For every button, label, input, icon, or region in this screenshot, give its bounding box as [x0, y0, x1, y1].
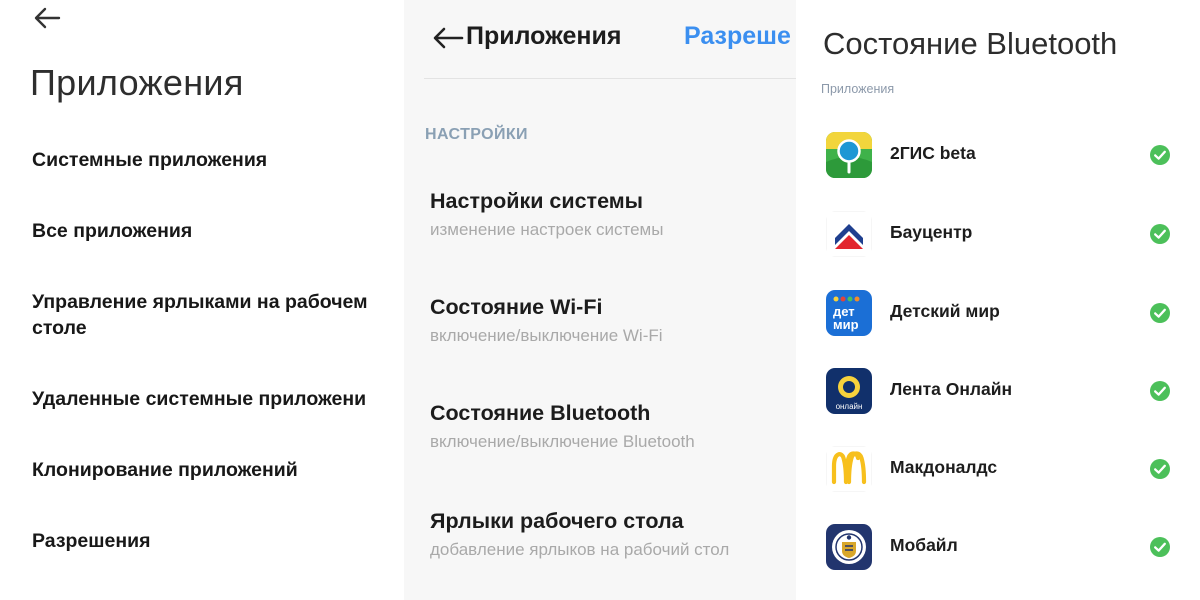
page-title: Приложения: [30, 62, 244, 103]
menu-item-system-apps[interactable]: Системные приложения: [32, 147, 267, 173]
header-divider: [424, 78, 796, 79]
baucenter-icon: [826, 211, 872, 257]
menu-item-permissions[interactable]: Разрешения: [32, 528, 151, 554]
check-icon[interactable]: [1149, 458, 1171, 480]
app-name: Мобайл: [890, 535, 958, 555]
app-row-mcdonalds[interactable]: Макдоналдс: [826, 444, 1176, 494]
apps-menu-panel: Приложения Системные приложения Все прил…: [0, 0, 400, 600]
menu-item-label-line2: столе: [32, 317, 87, 339]
mobile-icon: [826, 524, 872, 570]
detskiy-mir-icon: дет мир: [826, 290, 872, 336]
app-row-detskiy-mir[interactable]: дет мир Детский мир: [826, 288, 1176, 338]
app-row-mobile[interactable]: Мобайл: [826, 522, 1176, 572]
setting-title: Состояние Bluetooth: [430, 401, 651, 425]
app-name: Бауцентр: [890, 222, 973, 242]
check-icon[interactable]: [1149, 223, 1171, 245]
app-row-baucenter[interactable]: Бауцентр: [826, 209, 1176, 259]
bluetooth-state-panel: Состояние Bluetooth Приложения 2ГИС beta…: [800, 0, 1200, 600]
mcdonalds-icon: [826, 446, 872, 492]
setting-row-system-settings[interactable]: Настройки системы изменение настроек сис…: [430, 187, 796, 257]
menu-item-clone-apps[interactable]: Клонирование приложений: [32, 457, 298, 483]
app-name: Макдоналдс: [890, 457, 998, 477]
tab-permissions[interactable]: Разреше: [684, 22, 791, 51]
check-icon[interactable]: [1149, 144, 1171, 166]
setting-subtitle: добавление ярлыков на рабочий стол: [430, 540, 730, 559]
setting-title: Настройки системы: [430, 189, 644, 213]
icon-text: мир: [833, 317, 859, 332]
setting-title: Ярлыки рабочего стола: [430, 509, 684, 533]
app-row-2gis[interactable]: 2ГИС beta: [826, 130, 1176, 180]
app-name: Детский мир: [890, 301, 1000, 321]
app-row-lenta-online[interactable]: онлайн Лента Онлайн: [826, 366, 1176, 416]
setting-row-desktop-shortcuts[interactable]: Ярлыки рабочего стола добавление ярлыков…: [430, 507, 796, 577]
back-arrow-icon[interactable]: [32, 4, 62, 32]
app-name: Лента Онлайн: [890, 379, 1013, 399]
setting-subtitle: включение/выключение Wi-Fi: [430, 326, 663, 345]
page-title: Приложения: [466, 22, 622, 50]
section-header-apps: Приложения: [821, 82, 895, 96]
lenta-icon: онлайн: [826, 368, 872, 414]
page-title: Состояние Bluetooth: [823, 26, 1118, 61]
app-name: 2ГИС beta: [890, 143, 976, 163]
check-icon[interactable]: [1149, 380, 1171, 402]
icon-text: онлайн: [836, 402, 863, 411]
setting-subtitle: включение/выключение Bluetooth: [430, 432, 695, 451]
permissions-panel: Приложения Разреше НАСТРОЙКИ Настройки с…: [404, 0, 796, 600]
back-arrow-icon[interactable]: [432, 24, 464, 52]
setting-row-wifi-state[interactable]: Состояние Wi-Fi включение/выключение Wi-…: [430, 293, 796, 363]
section-header-settings: НАСТРОЙКИ: [425, 126, 528, 143]
menu-item-manage-shortcuts[interactable]: Управление ярлыками на рабочем столе: [32, 289, 368, 341]
setting-title: Состояние Wi-Fi: [430, 295, 603, 319]
menu-item-label-line1: Управление ярлыками на рабочем: [32, 291, 368, 313]
check-icon[interactable]: [1149, 536, 1171, 558]
menu-item-removed-system-apps[interactable]: Удаленные системные приложени: [32, 386, 366, 412]
setting-subtitle: изменение настроек системы: [430, 220, 664, 239]
2gis-icon: [826, 132, 872, 178]
check-icon[interactable]: [1149, 302, 1171, 324]
menu-item-all-apps[interactable]: Все приложения: [32, 218, 192, 244]
setting-row-bluetooth-state[interactable]: Состояние Bluetooth включение/выключение…: [430, 399, 796, 469]
